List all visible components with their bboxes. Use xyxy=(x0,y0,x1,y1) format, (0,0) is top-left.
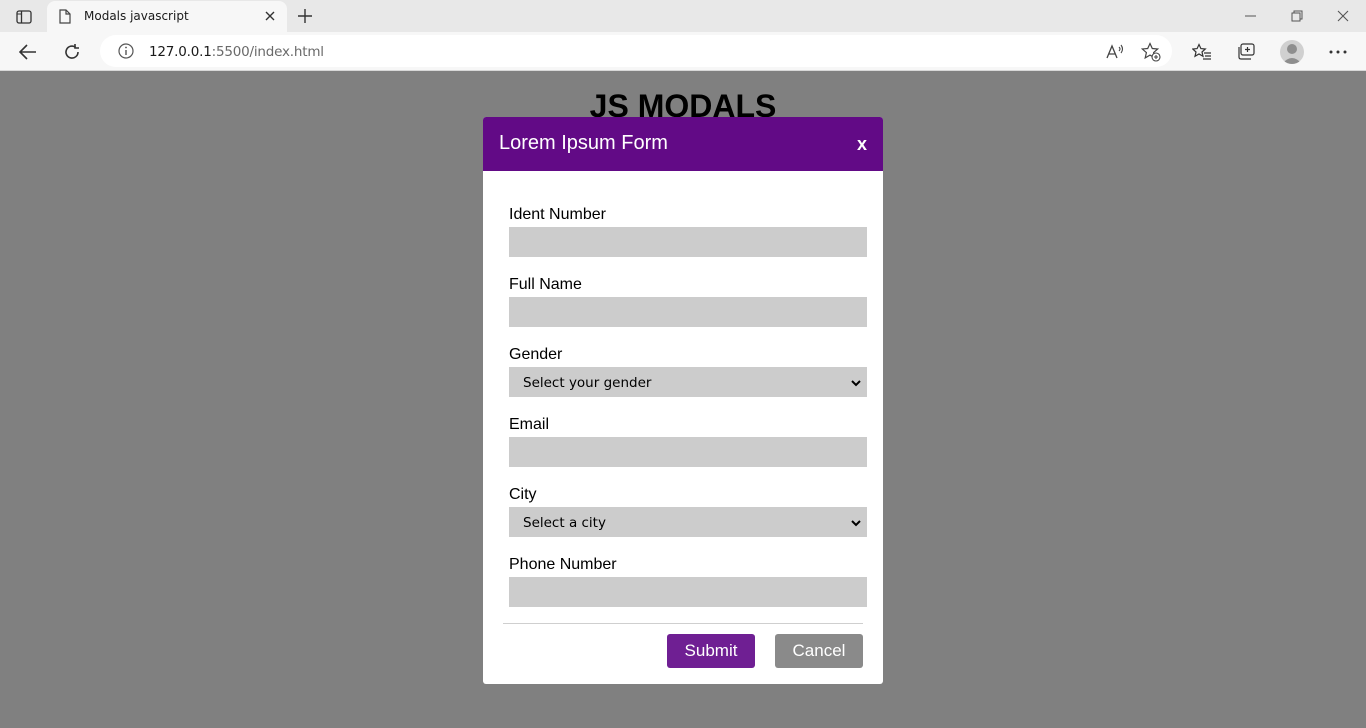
ident-number-input[interactable] xyxy=(509,227,867,257)
refresh-icon[interactable] xyxy=(59,39,85,65)
phone-number-input[interactable] xyxy=(509,577,867,607)
info-icon[interactable] xyxy=(118,43,134,64)
more-options-icon[interactable] xyxy=(1325,39,1351,65)
page-icon xyxy=(59,9,71,29)
tab-close-icon[interactable] xyxy=(263,9,277,23)
city-select[interactable]: Select a city xyxy=(509,507,867,537)
chevron-down-icon xyxy=(850,376,862,394)
tab-bar: Modals javascript xyxy=(0,0,1366,32)
restore-icon[interactable] xyxy=(1274,0,1320,32)
modal-footer-divider xyxy=(503,623,863,624)
favorites-icon[interactable] xyxy=(1189,39,1215,65)
tab-actions-icon[interactable] xyxy=(10,6,38,28)
cancel-button[interactable]: Cancel xyxy=(775,634,863,668)
collections-icon[interactable] xyxy=(1233,39,1259,65)
full-name-label: Full Name xyxy=(509,276,582,293)
add-favorite-icon[interactable] xyxy=(1140,41,1162,63)
new-tab-icon[interactable] xyxy=(295,6,315,26)
gender-selected-value: Select your gender xyxy=(523,375,652,391)
phone-number-label: Phone Number xyxy=(509,556,617,573)
url-host: 127.0.0.1 xyxy=(149,44,212,60)
city-label: City xyxy=(509,486,537,503)
read-aloud-icon[interactable] xyxy=(1104,41,1126,63)
ident-number-label: Ident Number xyxy=(509,206,606,223)
browser-tab[interactable]: Modals javascript xyxy=(47,1,287,32)
address-bar[interactable]: 127.0.0.1:5500/index.html xyxy=(100,35,1172,67)
submit-button[interactable]: Submit xyxy=(667,634,755,668)
gender-select[interactable]: Select your gender xyxy=(509,367,867,397)
modal-header: Lorem Ipsum Form x xyxy=(483,117,883,171)
email-label: Email xyxy=(509,416,550,433)
url-path: :5500/index.html xyxy=(211,44,324,60)
form-modal: Lorem Ipsum Form x Ident Number Full Nam… xyxy=(483,117,883,684)
city-selected-value: Select a city xyxy=(523,515,606,531)
profile-avatar-icon[interactable] xyxy=(1280,40,1304,64)
modal-close-button[interactable]: x xyxy=(857,134,867,155)
url-text[interactable]: 127.0.0.1:5500/index.html xyxy=(149,44,324,60)
tab-title: Modals javascript xyxy=(84,9,189,23)
chevron-down-icon xyxy=(850,516,862,534)
email-input[interactable] xyxy=(509,437,867,467)
back-arrow-icon[interactable] xyxy=(15,39,41,65)
close-window-icon[interactable] xyxy=(1320,0,1366,32)
full-name-input[interactable] xyxy=(509,297,867,327)
minimize-icon[interactable] xyxy=(1228,0,1274,32)
modal-title: Lorem Ipsum Form xyxy=(499,132,668,154)
browser-toolbar: 127.0.0.1:5500/index.html xyxy=(0,32,1366,71)
gender-label: Gender xyxy=(509,346,563,363)
